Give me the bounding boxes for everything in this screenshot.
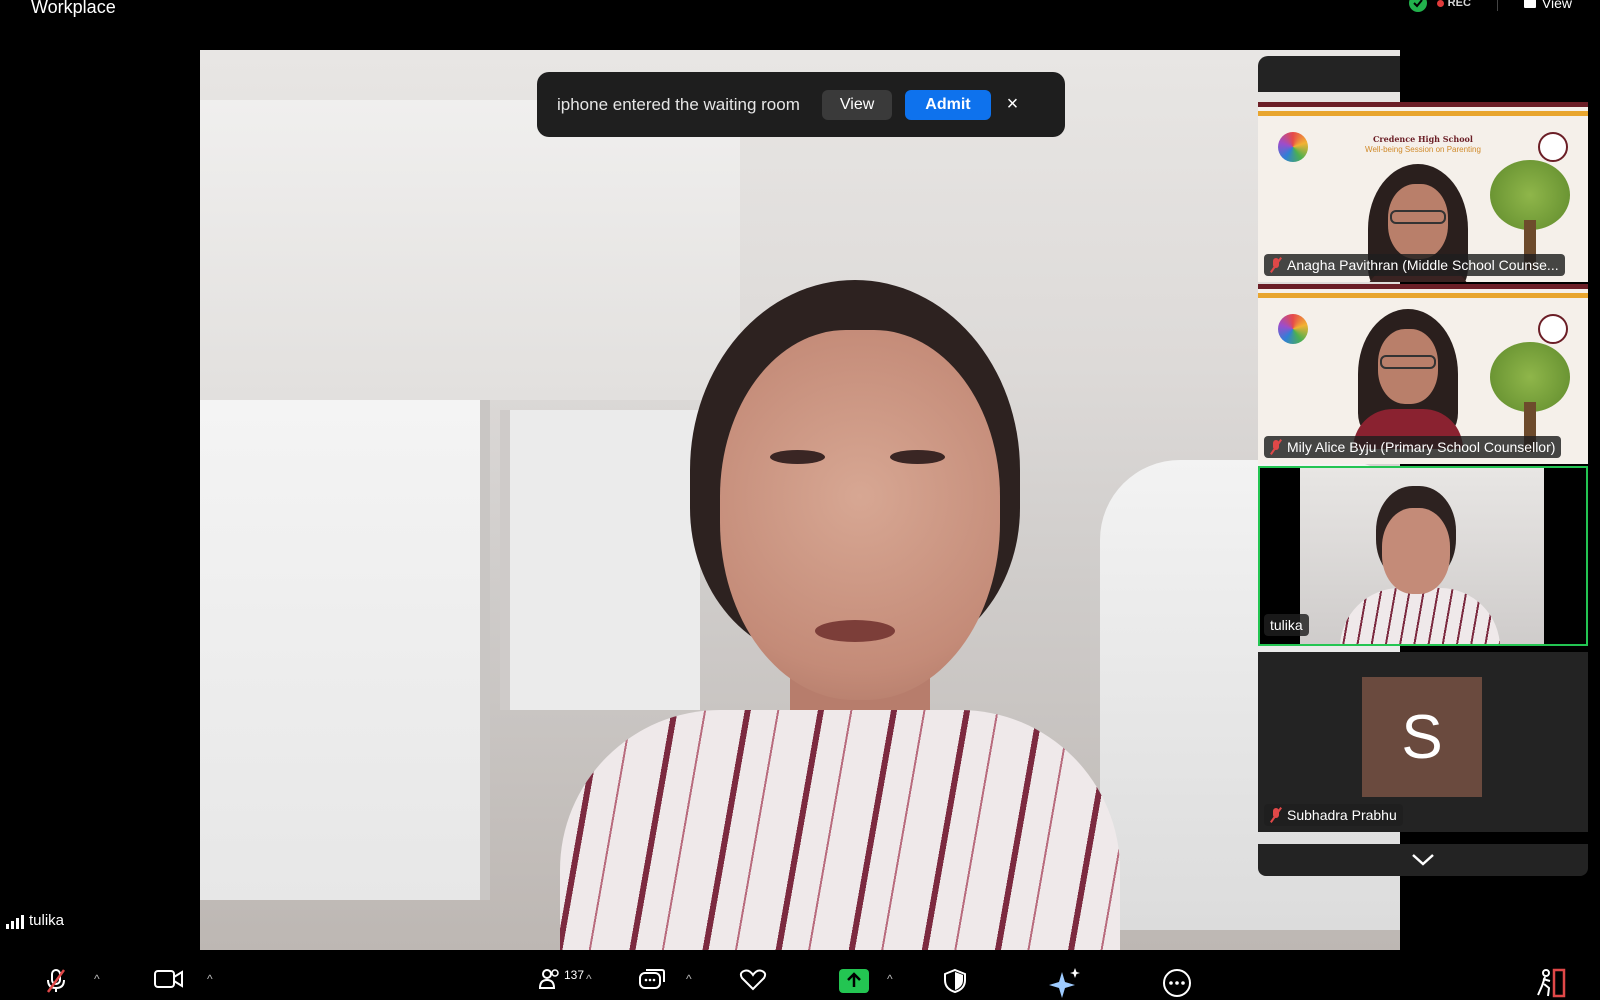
ai-companion-icon[interactable] xyxy=(1048,968,1082,998)
network-signal-icon xyxy=(6,915,24,929)
divider xyxy=(1496,0,1498,11)
participant-tile[interactable]: S Subhadra Prabhu xyxy=(1258,652,1588,832)
more-icon[interactable] xyxy=(1162,968,1192,998)
main-speaker-video[interactable] xyxy=(200,50,1400,950)
security-shield-icon[interactable] xyxy=(942,968,968,994)
encryption-shield-icon[interactable] xyxy=(1408,0,1427,12)
participants-count: 137 xyxy=(564,968,585,982)
slide-school-name: Credence High School xyxy=(1373,134,1473,144)
speaker-eye xyxy=(770,450,825,464)
top-bar: Workplace REC View xyxy=(0,0,1600,48)
slide-banner xyxy=(1258,102,1588,122)
signal-bar xyxy=(6,924,9,929)
reactions-heart-icon[interactable] xyxy=(738,968,768,992)
participant-name-tag: Subhadra Prabhu xyxy=(1264,804,1403,826)
participant-face xyxy=(1382,508,1450,594)
mic-muted-icon xyxy=(1270,807,1282,823)
participant-name-tag: Anagha Pavithran (Middle School Counse..… xyxy=(1264,254,1565,276)
school-logo-icon xyxy=(1278,314,1308,344)
background-window xyxy=(200,400,490,900)
app-title: Workplace xyxy=(31,0,116,17)
participant-video xyxy=(1353,309,1463,449)
participant-name-tag: Mily Alice Byju (Primary School Counsell… xyxy=(1264,436,1562,458)
mic-muted-icon xyxy=(1270,257,1282,273)
participant-name: Mily Alice Byju (Primary School Counsell… xyxy=(1287,439,1556,455)
view-label: View xyxy=(1541,0,1572,11)
participants-chevron-icon[interactable]: ^ xyxy=(586,972,592,986)
participant-shirt xyxy=(1340,588,1500,644)
speaker-eye xyxy=(890,450,945,464)
participant-tile-active-speaker[interactable]: tulika xyxy=(1258,466,1588,646)
leave-icon[interactable] xyxy=(1534,968,1566,998)
view-button[interactable]: View xyxy=(1523,0,1572,11)
speaker-face xyxy=(720,330,1000,700)
local-user-name: tulika xyxy=(29,912,65,929)
chat-chevron-icon[interactable]: ^ xyxy=(686,972,692,986)
participant-glasses xyxy=(1390,210,1446,224)
chat-icon[interactable] xyxy=(638,968,666,992)
mic-muted-icon xyxy=(1270,439,1282,455)
share-chevron-icon[interactable]: ^ xyxy=(887,972,893,986)
top-right-controls: REC View xyxy=(1408,0,1572,12)
view-grid-icon xyxy=(1523,0,1536,8)
gallery-header xyxy=(1258,56,1400,92)
participant-name: tulika xyxy=(1270,617,1303,633)
participant-name-tag: tulika xyxy=(1264,614,1309,636)
slide-session-title: Well-being Session on Parenting xyxy=(1365,145,1481,154)
signal-bar xyxy=(21,915,24,929)
recording-dot-icon xyxy=(1436,0,1444,7)
notification-view-button[interactable]: View xyxy=(821,89,893,120)
participants-icon xyxy=(538,969,559,989)
mic-muted-icon[interactable] xyxy=(44,968,68,994)
recording-indicator[interactable]: REC xyxy=(1436,0,1471,9)
mic-options-chevron-icon[interactable]: ^ xyxy=(94,972,100,986)
local-user-label: tulika xyxy=(6,912,64,929)
chevron-down-icon xyxy=(1412,854,1434,866)
speaker-person xyxy=(560,240,1120,950)
avatar: S xyxy=(1362,677,1482,797)
participant-video xyxy=(1300,468,1544,644)
gallery-scroll-down-button[interactable] xyxy=(1258,844,1588,876)
participant-name: Anagha Pavithran (Middle School Counse..… xyxy=(1287,257,1559,273)
participant-tile[interactable]: Credence High School Well-being Session … xyxy=(1258,102,1588,282)
recording-label: REC xyxy=(1447,0,1471,9)
participant-tile[interactable]: Mily Alice Byju (Primary School Counsell… xyxy=(1258,284,1588,464)
meeting-toolbar: ^ ^ 137 ^ ^ ^ xyxy=(0,960,1600,1000)
video-options-chevron-icon[interactable]: ^ xyxy=(207,972,213,986)
signal-bar xyxy=(16,918,19,929)
speaker-shirt xyxy=(560,710,1120,950)
speaker-mouth xyxy=(815,620,895,642)
signal-bar xyxy=(11,921,14,929)
participant-name: Subhadra Prabhu xyxy=(1287,807,1397,823)
participants-button[interactable]: 137 xyxy=(538,968,584,990)
slide-banner xyxy=(1258,284,1588,304)
share-screen-icon[interactable] xyxy=(838,968,870,994)
video-camera-icon[interactable] xyxy=(154,968,184,990)
participant-glasses xyxy=(1380,355,1436,369)
admit-button[interactable]: Admit xyxy=(905,89,991,120)
close-icon[interactable]: × xyxy=(1007,93,1019,116)
participant-gallery: Credence High School Well-being Session … xyxy=(1258,56,1588,876)
hands-logo-icon xyxy=(1538,314,1568,344)
waiting-room-notification: iphone entered the waiting room View Adm… xyxy=(537,72,1065,137)
notification-message: iphone entered the waiting room xyxy=(557,94,800,114)
